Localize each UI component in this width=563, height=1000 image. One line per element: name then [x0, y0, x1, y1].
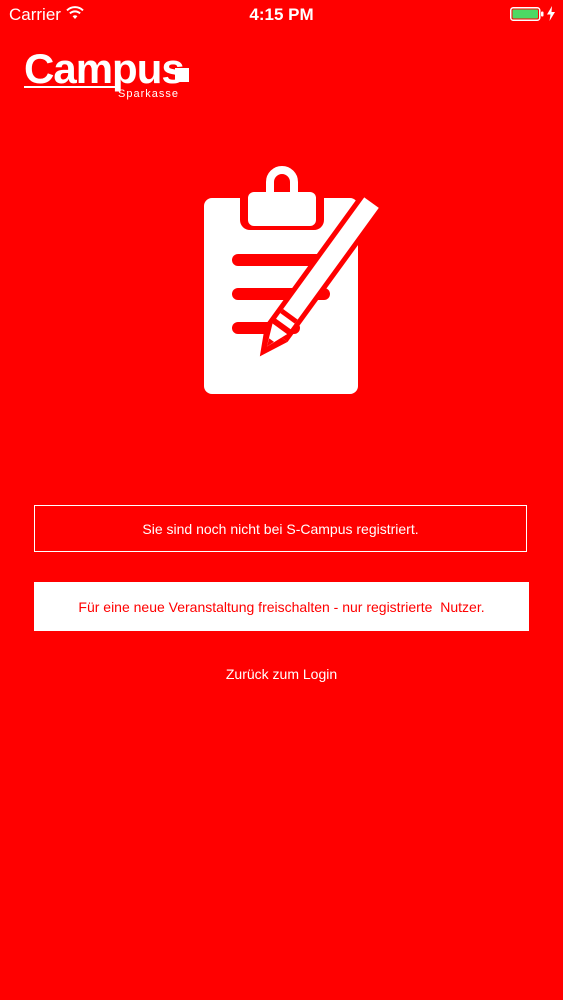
not-registered-text: Sie sind noch nicht bei S-Campus registr… — [142, 520, 419, 537]
bolt-icon — [547, 6, 555, 21]
logo-underline — [24, 86, 116, 88]
unlock-event-button[interactable]: Für eine neue Veranstaltung freischalten… — [34, 582, 529, 631]
status-bar: Carrier 4:15 PM — [0, 0, 563, 30]
not-registered-message: Sie sind noch nicht bei S-Campus registr… — [34, 505, 527, 552]
clipboard-pencil-icon — [204, 166, 386, 394]
logo-subtitle: Sparkasse — [118, 88, 179, 100]
logo-wordmark: Campus — [24, 45, 185, 92]
back-to-login-link[interactable]: Zurück zum Login — [0, 666, 563, 682]
battery-icon — [510, 7, 544, 21]
status-time: 4:15 PM — [249, 5, 314, 24]
logo-dot — [175, 68, 189, 82]
unlock-event-label: Für eine neue Veranstaltung freischalten… — [78, 598, 485, 615]
